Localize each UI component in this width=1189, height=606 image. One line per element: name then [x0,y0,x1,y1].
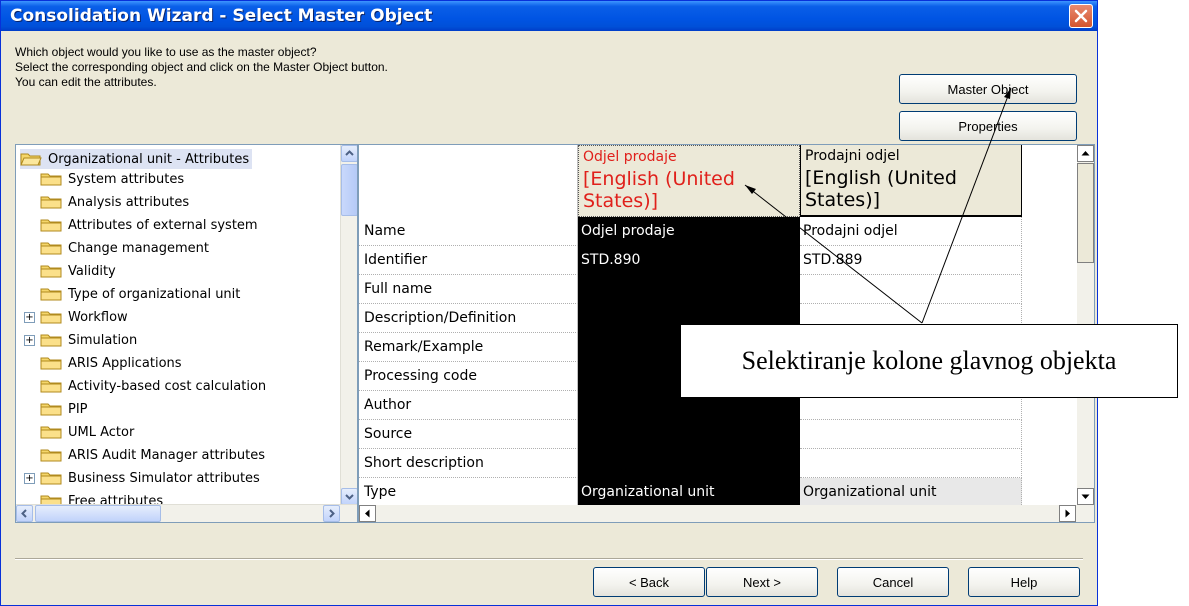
annotation-callout: Selektiranje kolone glavnog objekta [680,324,1178,398]
callout-arrows [744,87,1012,324]
